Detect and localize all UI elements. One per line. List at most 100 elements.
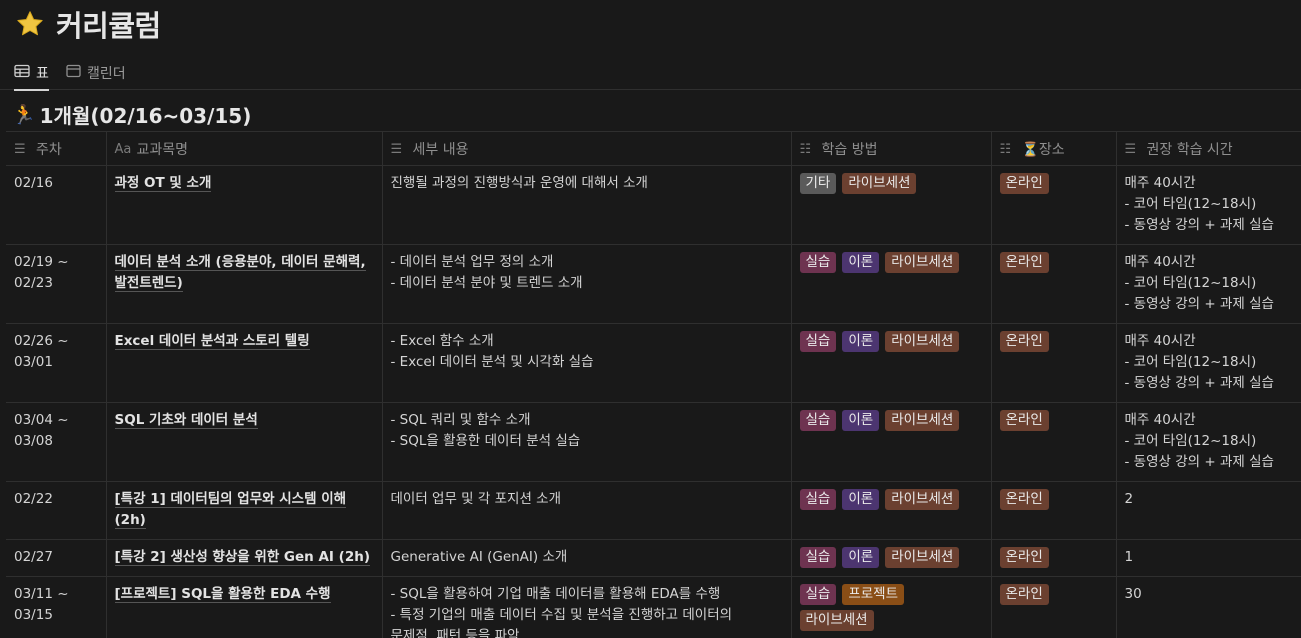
methods-tag: 이론 xyxy=(842,410,880,431)
cell-week[interactable]: 02/19 ~ 02/23 xyxy=(6,244,106,324)
cell-details[interactable]: - 데이터 분석 업무 정의 소개 - 데이터 분석 분야 및 트렌드 소개 xyxy=(381,244,791,324)
cell-hours[interactable]: 2 xyxy=(1115,481,1301,540)
cell-place[interactable]: 온라인 xyxy=(990,481,1116,540)
cell-place[interactable]: 온라인 xyxy=(990,165,1116,245)
cell-method[interactable]: 실습 프로젝트 라이브세션 xyxy=(790,576,991,638)
hours-line: - 코어 타임(12~18시) xyxy=(1124,354,1257,370)
table-row[interactable]: 02/16 과정 OT 및 소개 진행될 과정의 진행방식과 운영에 대해서 소개 기… xyxy=(6,165,1301,245)
cell-week[interactable]: 03/04 ~ 03/08 xyxy=(6,402,106,482)
methods-tag: 라이브세션 xyxy=(885,252,960,273)
table-row[interactable]: 03/11 ~ 03/15 [프로젝트] SQL을 활용한 EDA 수행 - SQL을… xyxy=(6,576,1301,638)
cell-details[interactable]: - SQL을 활용하여 기업 매출 데이터를 활용해 EDA를 수행 - 특정 기… xyxy=(381,576,791,638)
tab-table-label: 표 xyxy=(36,66,49,82)
cell-place[interactable]: 온라인 xyxy=(990,576,1116,638)
week-line: 03/15 xyxy=(14,607,53,623)
subject-link[interactable]: Excel 데이터 분석과 스토리 텔링 xyxy=(114,333,310,350)
cell-hours[interactable]: 매주 40시간 - 코어 타임(12~18시) - 동영상 강의 + 과제 실습 xyxy=(1115,244,1301,324)
methods-tag: 라이브세션 xyxy=(885,410,960,431)
view-tabs: 표 캘린더 xyxy=(0,56,1301,91)
column-header-place[interactable]: ☷ ⏳장소 xyxy=(990,131,1116,166)
cell-details[interactable]: Generative AI (GenAI) 소개 xyxy=(381,539,791,577)
text-icon: ☰ xyxy=(1124,142,1137,157)
hours-line: - 동영상 강의 + 과제 실습 xyxy=(1124,217,1274,233)
cell-week[interactable]: 02/22 xyxy=(6,481,106,540)
hours-line: 매주 40시간 xyxy=(1124,412,1196,428)
cell-subject[interactable]: [특강 1] 데이터팀의 업무와 시스템 이해 (2h) xyxy=(105,481,382,540)
week-line: 03/04 ~ xyxy=(14,412,69,428)
cell-week[interactable]: 02/27 xyxy=(6,539,106,577)
cell-subject[interactable]: [특강 2] 생산성 향상을 위한 Gen AI (2h) xyxy=(105,539,382,577)
place-tag: 온라인 xyxy=(999,584,1049,605)
cell-week[interactable]: 02/26 ~ 03/01 xyxy=(6,323,106,403)
details-line: - 데이터 분석 분야 및 트렌드 소개 xyxy=(390,275,583,291)
cell-hours[interactable]: 1 xyxy=(1115,539,1301,577)
methods-tags: 실습 이론 라이브세션 xyxy=(799,331,983,352)
subject-link[interactable]: 과정 OT 및 소개 xyxy=(114,175,212,192)
place-tags: 온라인 xyxy=(999,252,1108,273)
column-header-method[interactable]: ☷ 학습 방법 xyxy=(790,131,991,166)
hours-line: 매주 40시간 xyxy=(1124,254,1196,270)
column-header-details[interactable]: ☰ 세부 내용 xyxy=(381,131,791,166)
cell-method[interactable]: 기타 라이브세션 xyxy=(790,165,991,245)
cell-place[interactable]: 온라인 xyxy=(990,244,1116,324)
group-header[interactable]: 🏃 1개월(02/16~03/15) xyxy=(12,100,251,128)
star-icon[interactable] xyxy=(14,8,46,40)
column-header-subject[interactable]: Aa 교과목명 xyxy=(105,131,382,166)
details-line: - SQL 쿼리 및 함수 소개 xyxy=(390,412,531,428)
table-row[interactable]: 03/04 ~ 03/08 SQL 기초와 데이터 분석 - SQL 쿼리 및 함수 … xyxy=(6,402,1301,482)
cell-place[interactable]: 온라인 xyxy=(990,323,1116,403)
title-icon: Aa xyxy=(114,142,132,157)
cell-details[interactable]: - SQL 쿼리 및 함수 소개 - SQL을 활용한 데이터 분석 실습 xyxy=(381,402,791,482)
methods-tag: 라이브세션 xyxy=(885,489,960,510)
details-line: - SQL을 활용한 데이터 분석 실습 xyxy=(390,433,581,449)
cell-method[interactable]: 실습 이론 라이브세션 xyxy=(790,323,991,403)
group-title: 1개월(02/16~03/15) xyxy=(39,103,252,128)
cell-week[interactable]: 03/11 ~ 03/15 xyxy=(6,576,106,638)
text-icon: ☰ xyxy=(390,142,403,157)
subject-link[interactable]: 데이터 분석 소개 (응용분야, 데이터 문해력, 발전트렌드) xyxy=(114,254,366,292)
subject-link[interactable]: SQL 기초와 데이터 분석 xyxy=(114,412,258,429)
methods-tag: 이론 xyxy=(842,547,880,568)
column-header-hours[interactable]: ☰ 권장 학습 시간 xyxy=(1115,131,1301,166)
cell-place[interactable]: 온라인 xyxy=(990,402,1116,482)
subject-link[interactable]: [프로젝트] SQL을 활용한 EDA 수행 xyxy=(114,586,331,603)
cell-method[interactable]: 실습 이론 라이브세션 xyxy=(790,481,991,540)
cell-subject[interactable]: 과정 OT 및 소개 xyxy=(105,165,382,245)
cell-subject[interactable]: Excel 데이터 분석과 스토리 텔링 xyxy=(105,323,382,403)
methods-tags: 실습 이론 라이브세션 xyxy=(799,489,983,510)
cell-method[interactable]: 실습 이론 라이브세션 xyxy=(790,539,991,577)
methods-tag: 라이브세션 xyxy=(842,173,917,194)
cell-subject[interactable]: SQL 기초와 데이터 분석 xyxy=(105,402,382,482)
cell-details[interactable]: 진행될 과정의 진행방식과 운영에 대해서 소개 xyxy=(381,165,791,245)
calendar-icon xyxy=(66,64,81,82)
subject-link[interactable]: [특강 1] 데이터팀의 업무와 시스템 이해 (2h) xyxy=(114,491,347,529)
cell-details[interactable]: 데이터 업무 및 각 포지션 소개 xyxy=(381,481,791,540)
cell-subject[interactable]: [프로젝트] SQL을 활용한 EDA 수행 xyxy=(105,576,382,638)
cell-hours[interactable]: 매주 40시간 - 코어 타임(12~18시) - 동영상 강의 + 과제 실습 xyxy=(1115,323,1301,403)
tab-calendar-label: 캘린더 xyxy=(87,66,126,82)
methods-tag: 프로젝트 xyxy=(842,584,905,605)
place-tag: 온라인 xyxy=(999,173,1049,194)
cell-hours[interactable]: 매주 40시간 - 코어 타임(12~18시) - 동영상 강의 + 과제 실습 xyxy=(1115,165,1301,245)
tab-calendar[interactable]: 캘린더 xyxy=(66,56,126,90)
cell-hours[interactable]: 30 xyxy=(1115,576,1301,638)
cell-week[interactable]: 02/16 xyxy=(6,165,106,245)
methods-tag: 실습 xyxy=(799,547,837,568)
cell-place[interactable]: 온라인 xyxy=(990,539,1116,577)
hours-line: 매주 40시간 xyxy=(1124,175,1196,191)
cell-subject[interactable]: 데이터 분석 소개 (응용분야, 데이터 문해력, 발전트렌드) xyxy=(105,244,382,324)
cell-method[interactable]: 실습 이론 라이브세션 xyxy=(790,402,991,482)
table-row[interactable]: 02/19 ~ 02/23 데이터 분석 소개 (응용분야, 데이터 문해력, 발전… xyxy=(6,244,1301,324)
table-row[interactable]: 02/27 [특강 2] 생산성 향상을 위한 Gen AI (2h) Genera… xyxy=(6,539,1301,577)
cell-details[interactable]: - Excel 함수 소개 - Excel 데이터 분석 및 시각화 실습 xyxy=(381,323,791,403)
tab-table[interactable]: 표 xyxy=(14,56,49,91)
cell-method[interactable]: 실습 이론 라이브세션 xyxy=(790,244,991,324)
details-line: - Excel 데이터 분석 및 시각화 실습 xyxy=(390,354,594,370)
table-row[interactable]: 02/22 [특강 1] 데이터팀의 업무와 시스템 이해 (2h) 데이터 업무 … xyxy=(6,481,1301,540)
table-row[interactable]: 02/26 ~ 03/01 Excel 데이터 분석과 스토리 텔링 - Excel … xyxy=(6,323,1301,403)
week-line: 02/23 xyxy=(14,275,53,291)
cell-hours[interactable]: 매주 40시간 - 코어 타임(12~18시) - 동영상 강의 + 과제 실습 xyxy=(1115,402,1301,482)
subject-link[interactable]: [특강 2] 생산성 향상을 위한 Gen AI (2h) xyxy=(114,549,370,566)
column-header-week[interactable]: ☰ 주차 xyxy=(6,131,106,166)
methods-tag: 실습 xyxy=(799,331,837,352)
